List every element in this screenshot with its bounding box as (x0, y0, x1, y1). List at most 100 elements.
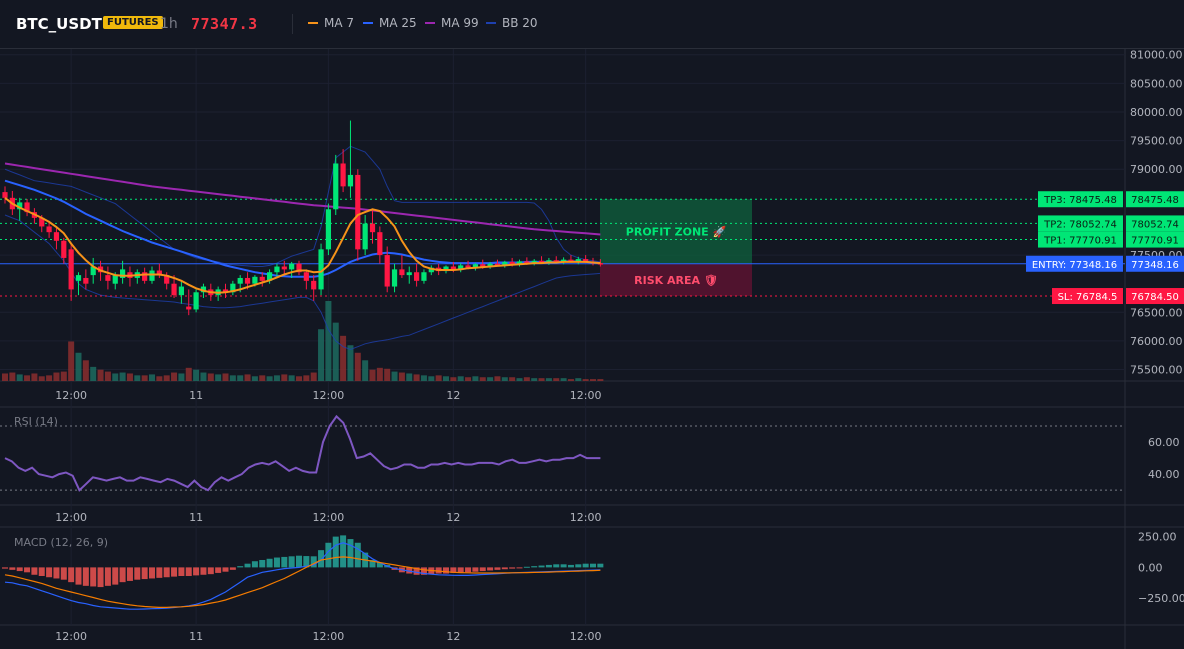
candle-body (289, 263, 295, 270)
time-axis-label-rsi: 12:00 (313, 511, 345, 524)
candle-body (347, 174, 354, 187)
volume-bar (340, 335, 347, 381)
volume-bar (16, 374, 23, 381)
time-axis-label-rsi: 12:00 (55, 511, 87, 524)
candle-body (362, 223, 368, 250)
time-axis-label-price: 12 (446, 389, 460, 402)
legend-bb20[interactable]: BB 20 (486, 16, 538, 30)
volume-bar (31, 373, 38, 381)
macd-histogram-bar (531, 566, 538, 568)
legend-ma25-label: MA 25 (379, 16, 417, 30)
volume-bar (288, 375, 295, 381)
volume-bar (450, 377, 457, 381)
macd-histogram-bar (207, 567, 214, 575)
macd-histogram-bar (244, 563, 251, 568)
chart-canvas[interactable]: PROFIT ZONE 🚀 RISK AREA 🛡 81000.00 80500.00… (0, 0, 1184, 649)
volume-bar (325, 301, 332, 381)
volume-bar (281, 374, 288, 381)
legend-ma7[interactable]: MA 7 (308, 16, 354, 30)
macd-histogram-bar (193, 567, 200, 576)
macd-histogram-bar (553, 564, 560, 568)
volume-bar (237, 375, 244, 381)
price-axis-tick: 80000.00 (1130, 106, 1183, 119)
tp3-tag-label: TP3: 78475.48 (1043, 195, 1117, 206)
macd-histogram-bar (296, 555, 302, 568)
macd-histogram-bar (325, 542, 332, 568)
volume-bar (97, 369, 104, 381)
macd-histogram-bar (104, 567, 111, 586)
candle-body (311, 280, 317, 290)
volume-bar (53, 372, 60, 381)
macd-histogram-bar (443, 567, 449, 574)
volume-bar (82, 360, 89, 381)
volume-bar (391, 371, 398, 381)
candle-body (303, 272, 309, 281)
volume-bar (251, 376, 258, 381)
volume-bar (582, 379, 589, 381)
candle-body (186, 306, 192, 310)
macd-histogram-bar (171, 567, 178, 577)
chart-background (0, 0, 1184, 649)
candle-body (340, 163, 346, 187)
volume-bar (156, 376, 163, 381)
volume-bar (516, 378, 523, 381)
candle-body (193, 292, 199, 310)
macd-histogram-bar (479, 567, 486, 572)
macd-histogram-bar (266, 558, 273, 568)
macd-histogram-bar (178, 567, 185, 576)
volume-bar (200, 372, 207, 381)
macd-histogram-bar (31, 567, 38, 575)
macd-histogram-bar (501, 567, 508, 570)
macd-histogram-bar (567, 564, 574, 568)
volume-bar (420, 375, 427, 381)
volume-bar (38, 376, 45, 381)
volume-bar (501, 377, 508, 381)
legend-ma25[interactable]: MA 25 (363, 16, 417, 30)
chart-header: BTC_USDT FUTURES 1h 77347.3 MA 7 MA 25 M… (0, 0, 1184, 49)
candle-body (252, 276, 258, 284)
candle-body (46, 226, 52, 233)
candle-body (105, 275, 111, 281)
volume-bar (229, 375, 236, 381)
macd-histogram-bar (288, 556, 295, 568)
candle-body (178, 286, 184, 296)
candle-body (259, 276, 265, 281)
legend-ma99-label: MA 99 (441, 16, 479, 30)
volume-bar (362, 360, 369, 381)
tp1-tag-label: TP1: 77770.91 (1043, 236, 1117, 247)
macd-histogram-bar (215, 567, 222, 573)
volume-bar (413, 374, 420, 381)
volume-bar (24, 375, 31, 381)
symbol-name[interactable]: BTC_USDT (16, 15, 102, 33)
macd-histogram-bar (590, 563, 596, 568)
volume-bar (259, 375, 266, 381)
legend-ma7-label: MA 7 (324, 16, 355, 30)
volume-bar (141, 375, 148, 381)
legend-ma99[interactable]: MA 99 (425, 16, 479, 30)
candle-body (414, 272, 420, 281)
volume-bar (597, 379, 604, 381)
candle-body (61, 240, 67, 258)
time-axis-label-macd: 12:00 (570, 630, 602, 643)
candle-body (112, 275, 118, 284)
futures-badge: FUTURES (103, 16, 163, 29)
timeframe[interactable]: 1h (160, 16, 178, 32)
macd-histogram-bar (9, 567, 16, 570)
macd-histogram-bar (141, 567, 148, 580)
profit-zone-label: PROFIT ZONE 🚀 (626, 225, 727, 238)
macd-histogram-bar (185, 567, 192, 576)
price-axis-tick: 80500.00 (1130, 77, 1183, 90)
legend-ma99-swatch (425, 22, 435, 24)
price-axis-tick: 76000.00 (1130, 335, 1183, 348)
candle-body (244, 277, 251, 284)
legend-ma7-swatch (308, 22, 318, 24)
candle-body (68, 249, 74, 290)
volume-bar (207, 373, 214, 381)
macd-histogram-bar (545, 564, 552, 568)
macd-histogram-bar (97, 567, 104, 588)
macd-histogram-bar (229, 567, 236, 570)
volume-bar (590, 379, 596, 381)
volume-bar (104, 371, 111, 381)
macd-histogram-bar (82, 567, 89, 586)
candle-body (149, 270, 155, 281)
